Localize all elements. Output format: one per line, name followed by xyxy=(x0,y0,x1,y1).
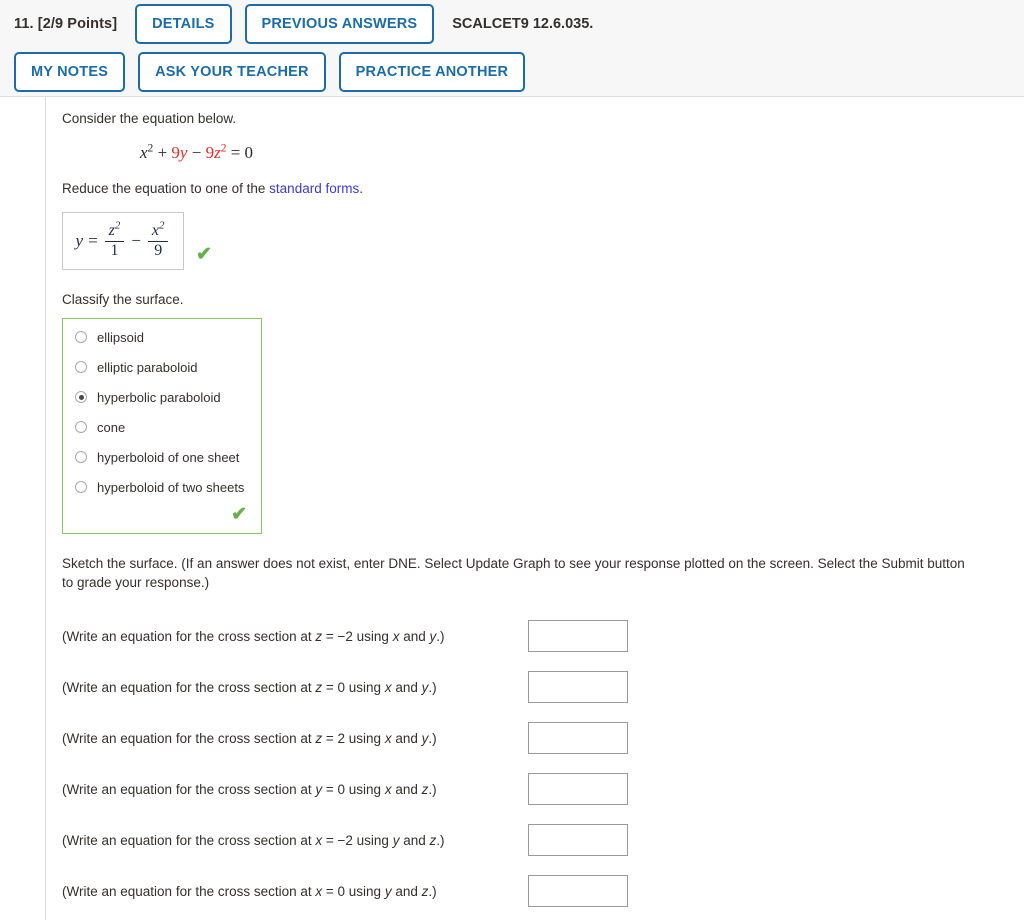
textbook-reference: SCALCET9 12.6.035. xyxy=(452,16,594,32)
previous-answers-button[interactable]: PREVIOUS ANSWERS xyxy=(244,4,435,44)
answer-fraction-2-denominator: 9 xyxy=(154,241,163,259)
cross-section-input-z-0[interactable] xyxy=(528,671,628,704)
radio-circle-icon[interactable] xyxy=(75,331,87,344)
cross-section-label: (Write an equation for the cross section… xyxy=(62,883,437,899)
left-divider xyxy=(45,97,46,920)
radio-option-hyperboloid-two-sheets[interactable]: hyperboloid of two sheets xyxy=(75,480,249,495)
standard-forms-link[interactable]: standard forms xyxy=(269,181,359,196)
correct-checkmark-icon: ✔ xyxy=(231,503,247,525)
radio-circle-icon[interactable] xyxy=(75,481,87,494)
details-button[interactable]: DETAILS xyxy=(135,4,232,44)
equation-term2-coefficient: 9 xyxy=(171,142,180,162)
equation-operator-2: − xyxy=(191,142,202,162)
radio-circle-selected-icon[interactable] xyxy=(75,391,87,404)
answer-fraction-1: z2 1 xyxy=(104,219,125,260)
answer-fraction-1-numerator: z2 xyxy=(108,219,121,239)
radio-option-label: elliptic paraboloid xyxy=(97,359,198,375)
radio-option-cone[interactable]: cone xyxy=(75,420,249,435)
equation-term1-exponent: 2 xyxy=(147,140,154,154)
reduce-text-before: Reduce the equation to one of the xyxy=(62,180,270,196)
cross-section-input-z-neg2[interactable] xyxy=(528,620,628,653)
classify-correct-row: ✔ xyxy=(75,505,249,527)
cross-section-row: (Write an equation for the cross section… xyxy=(62,764,1024,815)
cross-section-input-y-0[interactable] xyxy=(528,773,628,806)
answer-operator: − xyxy=(131,231,141,251)
consider-equation-text: Consider the equation below. xyxy=(62,111,237,126)
cross-section-label: (Write an equation for the cross section… xyxy=(62,832,445,848)
question-header: 11. [2/9 Points] DETAILS PREVIOUS ANSWER… xyxy=(0,0,1024,97)
answer-fraction-2: x2 9 xyxy=(147,219,169,260)
radio-option-label: ellipsoid xyxy=(97,329,144,345)
equation-term3-exponent: 2 xyxy=(220,140,227,154)
classify-surface-label: Classify the surface. xyxy=(62,292,184,308)
radio-circle-icon[interactable] xyxy=(75,421,87,434)
cross-section-row: (Write an equation for the cross section… xyxy=(62,611,1024,662)
radio-option-label: hyperboloid of two sheets xyxy=(97,479,245,495)
cross-section-input-x-0[interactable] xyxy=(528,875,628,908)
equation-term1-variable: x xyxy=(140,142,148,162)
ask-your-teacher-button[interactable]: ASK YOUR TEACHER xyxy=(138,52,326,92)
given-equation: x2 + 9y − 9z2 = 0 xyxy=(140,140,1024,163)
points-label: 11. [2/9 Points] xyxy=(14,16,118,32)
radio-option-label: hyperboloid of one sheet xyxy=(97,449,240,465)
practice-another-button[interactable]: PRACTICE ANOTHER xyxy=(338,52,526,92)
header-row-primary: 11. [2/9 Points] DETAILS PREVIOUS ANSWER… xyxy=(14,0,1024,48)
equation-operator-1: + xyxy=(157,142,168,162)
radio-circle-icon[interactable] xyxy=(75,361,87,374)
radio-option-label: cone xyxy=(97,419,126,435)
radio-option-hyperbolic-paraboloid[interactable]: hyperbolic paraboloid xyxy=(75,390,249,405)
cross-section-label: (Write an equation for the cross section… xyxy=(62,628,445,644)
cross-section-label: (Write an equation for the cross section… xyxy=(62,730,437,746)
cross-section-input-z-2[interactable] xyxy=(528,722,628,755)
equation-term3-coefficient: 9 xyxy=(205,142,215,162)
equation-term2-variable: y xyxy=(179,142,188,162)
classify-surface-radio-group: ellipsoid elliptic paraboloid hyperbolic… xyxy=(62,317,262,534)
cross-section-row: (Write an equation for the cross section… xyxy=(62,662,1024,713)
radio-option-hyperboloid-one-sheet[interactable]: hyperboloid of one sheet xyxy=(75,450,249,465)
cross-section-row: (Write an equation for the cross section… xyxy=(62,866,1024,917)
radio-option-ellipsoid[interactable]: ellipsoid xyxy=(75,330,249,345)
radio-option-elliptic-paraboloid[interactable]: elliptic paraboloid xyxy=(75,360,249,375)
cross-section-label: (Write an equation for the cross section… xyxy=(62,781,437,797)
sketch-surface-instruction: Sketch the surface. (If an answer does n… xyxy=(62,555,965,591)
radio-option-label: hyperbolic paraboloid xyxy=(97,389,221,405)
question-body: Consider the equation below. x2 + 9y − 9… xyxy=(0,97,1024,920)
answer-lhs-variable: y xyxy=(75,231,84,251)
equation-term3-variable: z xyxy=(214,142,221,162)
radio-circle-icon[interactable] xyxy=(75,451,87,464)
reduced-equation-answer-box[interactable]: y = z2 1 − x2 9 xyxy=(62,212,184,271)
cross-section-list: (Write an equation for the cross section… xyxy=(62,611,1024,920)
reduced-equation-answer-row: y = z2 1 − x2 9 ✔ xyxy=(62,212,1024,271)
cross-section-input-x-neg2[interactable] xyxy=(528,824,628,857)
my-notes-button[interactable]: MY NOTES xyxy=(14,52,126,92)
answer-equals-sign: = xyxy=(88,231,98,251)
answer-fraction-1-denominator: 1 xyxy=(110,241,119,259)
cross-section-row: (Write an equation for the cross section… xyxy=(62,815,1024,866)
reduce-text-after: . xyxy=(359,180,363,196)
equation-equals-zero: = 0 xyxy=(230,142,254,162)
header-row-secondary: MY NOTES ASK YOUR TEACHER PRACTICE ANOTH… xyxy=(14,48,1024,96)
reduce-instruction: Reduce the equation to one of the standa… xyxy=(62,179,1024,199)
cross-section-label: (Write an equation for the cross section… xyxy=(62,679,437,695)
correct-checkmark-icon: ✔ xyxy=(196,244,212,266)
cross-section-row: (Write an equation for the cross section… xyxy=(62,713,1024,764)
answer-fraction-2-numerator: x2 xyxy=(151,219,165,239)
